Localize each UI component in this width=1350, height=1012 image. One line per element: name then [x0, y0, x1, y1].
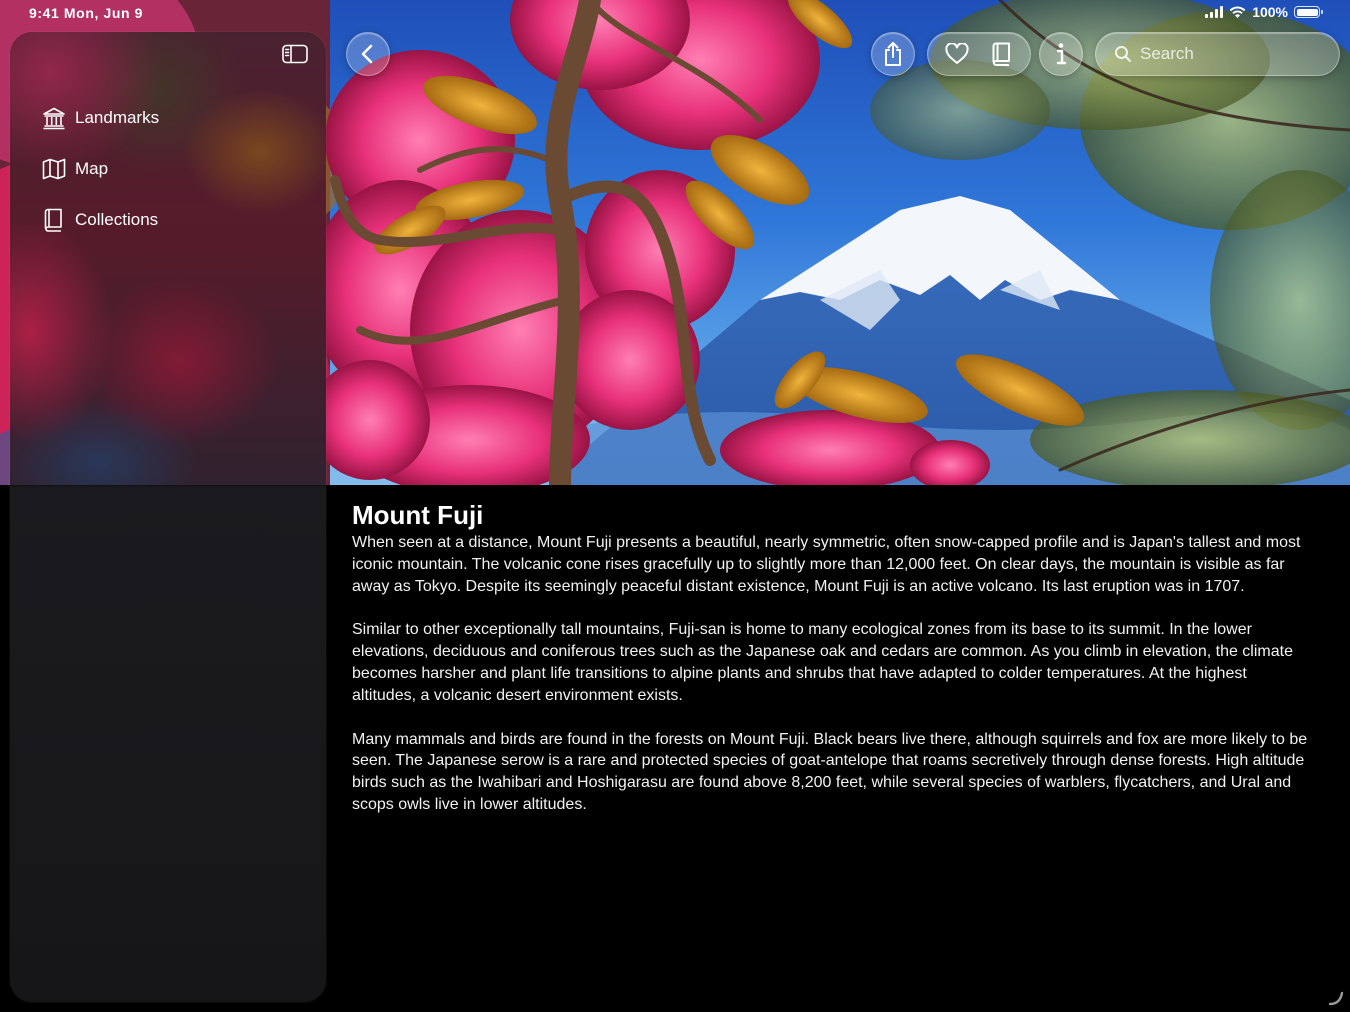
status-date: Mon, Jun 9 — [63, 5, 144, 21]
book-icon — [41, 208, 67, 232]
landmark-detail: Mount Fuji When seen at a distance, Moun… — [352, 498, 1312, 838]
book-icon — [992, 42, 1010, 66]
search-field[interactable] — [1095, 32, 1340, 76]
landmark-description: When seen at a distance, Mount Fuji pres… — [352, 532, 1312, 816]
landmark-title: Mount Fuji — [352, 500, 484, 530]
map-icon — [41, 157, 67, 181]
building-columns-icon — [41, 106, 67, 130]
status-bar-time: 9:41 Mon, Jun 9 — [29, 5, 143, 21]
add-to-collection-button[interactable] — [985, 37, 1019, 71]
description-paragraph: When seen at a distance, Mount Fuji pres… — [352, 534, 1301, 595]
wifi-icon — [1229, 6, 1246, 18]
battery-percentage: 100% — [1252, 4, 1288, 20]
status-time: 9:41 — [29, 5, 60, 21]
share-button[interactable] — [871, 32, 915, 76]
sidebar-item-collections[interactable]: Collections — [10, 194, 326, 245]
status-bar-indicators: 100% — [1205, 4, 1323, 20]
sidebar-left-icon — [282, 44, 308, 64]
item-action-group — [927, 32, 1031, 76]
search-input[interactable] — [1138, 43, 1332, 65]
sidebar-toggle-button[interactable] — [282, 44, 308, 64]
description-paragraph: Many mammals and birds are found in the … — [352, 730, 1308, 813]
search-icon — [1115, 46, 1131, 62]
favorite-button[interactable] — [940, 37, 974, 71]
battery-icon — [1294, 6, 1323, 18]
chevron-left-icon — [361, 44, 373, 64]
sidebar-item-landmarks[interactable]: Landmarks — [10, 92, 326, 143]
info-icon — [1056, 43, 1067, 65]
sidebar: Landmarks Map Collections — [10, 32, 326, 1002]
share-icon — [885, 42, 901, 66]
back-button[interactable] — [346, 32, 390, 76]
sidebar-item-label: Landmarks — [75, 107, 160, 127]
description-paragraph: Similar to other exceptionally tall moun… — [352, 621, 1293, 704]
info-button[interactable] — [1039, 32, 1083, 76]
sidebar-nav: Landmarks Map Collections — [10, 92, 326, 245]
sidebar-item-label: Collections — [75, 209, 159, 229]
sidebar-item-map[interactable]: Map — [10, 143, 326, 194]
cellular-signal-icon — [1205, 6, 1224, 18]
sidebar-item-label: Map — [75, 158, 109, 178]
resize-handle-icon[interactable] — [1328, 990, 1344, 1006]
heart-icon — [944, 43, 969, 64]
